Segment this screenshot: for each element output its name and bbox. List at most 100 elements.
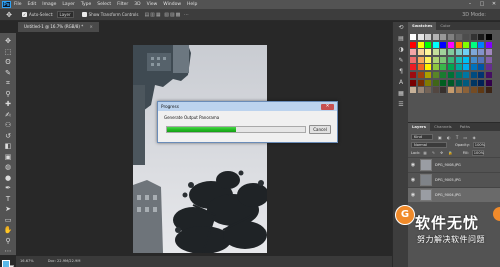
healing-brush-icon[interactable]: ✚ xyxy=(2,99,14,109)
more-tools-icon[interactable]: ⋯ xyxy=(2,246,14,256)
color-swatch[interactable] xyxy=(470,56,477,63)
color-swatch[interactable] xyxy=(478,87,485,94)
color-swatch[interactable] xyxy=(463,87,470,94)
color-swatch[interactable] xyxy=(440,71,447,78)
color-swatch[interactable] xyxy=(417,34,424,40)
auto-select-checkbox[interactable]: ✓ xyxy=(22,12,27,17)
color-swatch[interactable] xyxy=(432,34,439,40)
color-swatch[interactable] xyxy=(447,41,454,48)
color-swatch[interactable] xyxy=(447,71,454,78)
color-swatch[interactable] xyxy=(485,56,492,63)
visibility-eye-icon[interactable]: ◉ xyxy=(408,192,418,198)
eraser-icon[interactable]: ◧ xyxy=(2,141,14,151)
opacity-input[interactable]: 100% xyxy=(472,142,485,148)
layer-row[interactable]: ◉ DPG_9008.JPG xyxy=(408,157,500,172)
color-swatch[interactable] xyxy=(478,34,485,40)
color-swatch[interactable] xyxy=(478,41,485,48)
color-swatch[interactable] xyxy=(463,49,470,56)
color-swatch[interactable] xyxy=(447,56,454,63)
color-swatch[interactable] xyxy=(432,87,439,94)
color-swatch[interactable] xyxy=(470,71,477,78)
close-tab-icon[interactable]: × xyxy=(90,24,93,29)
color-swatch[interactable] xyxy=(432,64,439,71)
color-swatch[interactable] xyxy=(432,71,439,78)
color-swatch[interactable] xyxy=(478,71,485,78)
libraries-icon[interactable]: ☰ xyxy=(393,99,409,110)
type-icon[interactable]: T xyxy=(2,194,14,204)
color-swatch[interactable] xyxy=(463,34,470,40)
layer-row[interactable]: ◉ DPG_9004.JPG xyxy=(408,187,500,202)
color-swatch[interactable] xyxy=(410,41,416,48)
auto-select-dropdown[interactable]: Layer xyxy=(56,11,74,18)
foreground-color-swatch[interactable] xyxy=(2,259,10,267)
color-swatch[interactable] xyxy=(425,64,432,71)
color-swatch[interactable] xyxy=(455,34,462,40)
align-icons[interactable]: ▤▥▦ ▧▨▩ ⋯ xyxy=(144,12,190,18)
color-swatch[interactable] xyxy=(455,56,462,63)
color-swatch[interactable] xyxy=(478,79,485,86)
eyedropper-icon[interactable]: ⚲ xyxy=(2,89,14,99)
pen-icon[interactable]: ✒ xyxy=(2,183,14,193)
color-swatch[interactable] xyxy=(485,34,492,40)
color-swatch[interactable] xyxy=(455,41,462,48)
side-tab-handle[interactable] xyxy=(493,207,500,221)
color-swatch[interactable] xyxy=(410,56,416,63)
color-swatch[interactable] xyxy=(440,56,447,63)
color-swatch[interactable] xyxy=(485,64,492,71)
color-swatch[interactable] xyxy=(417,71,424,78)
maximize-icon[interactable]: □ xyxy=(476,0,488,9)
history-icon[interactable]: ⟲ xyxy=(393,22,409,33)
color-swatch[interactable] xyxy=(440,64,447,71)
color-swatch[interactable] xyxy=(447,79,454,86)
adjustments-icon[interactable]: ◑ xyxy=(393,44,409,55)
color-swatch[interactable] xyxy=(463,79,470,86)
color-swatch[interactable] xyxy=(425,71,432,78)
color-swatch[interactable] xyxy=(417,79,424,86)
filter-icons[interactable]: ▣ ◐ T ▭ ◈ xyxy=(438,135,478,140)
brush-panel-icon[interactable]: ✎ xyxy=(393,55,409,66)
tab-layers[interactable]: Layers xyxy=(408,123,431,131)
blur-icon[interactable]: ◍ xyxy=(2,162,14,172)
close-window-icon[interactable]: ✕ xyxy=(488,0,500,9)
character-icon[interactable]: A xyxy=(393,77,409,88)
color-swatch[interactable] xyxy=(455,64,462,71)
menu-layer[interactable]: Layer xyxy=(62,2,75,7)
menu-filter[interactable]: Filter xyxy=(117,2,128,7)
color-swatch[interactable] xyxy=(470,87,477,94)
tab-paths[interactable]: Paths xyxy=(456,123,474,131)
tab-color[interactable]: Color xyxy=(436,22,454,30)
color-swatch[interactable] xyxy=(463,56,470,63)
fill-input[interactable]: 100% xyxy=(471,150,484,156)
canvas-area[interactable] xyxy=(16,33,392,255)
color-swatch[interactable] xyxy=(425,79,432,86)
color-swatch[interactable] xyxy=(440,34,447,40)
styles-icon[interactable]: ▦ xyxy=(393,88,409,99)
color-swatch[interactable] xyxy=(485,41,492,48)
menu-edit[interactable]: Edit xyxy=(28,2,37,7)
blend-mode-dropdown[interactable]: Normal xyxy=(411,142,447,148)
color-swatch[interactable] xyxy=(485,49,492,56)
properties-icon[interactable]: ▤ xyxy=(393,33,409,44)
move-tool-icon[interactable]: ✥ xyxy=(4,11,14,19)
color-swatch[interactable] xyxy=(463,64,470,71)
color-swatch[interactable] xyxy=(440,49,447,56)
color-swatch[interactable] xyxy=(410,49,416,56)
color-swatch[interactable] xyxy=(425,56,432,63)
tab-channels[interactable]: Channels xyxy=(430,123,456,131)
menu-3d[interactable]: 3D xyxy=(134,2,140,7)
color-swatch[interactable] xyxy=(432,49,439,56)
color-swatch[interactable] xyxy=(447,34,454,40)
color-swatch[interactable] xyxy=(470,49,477,56)
color-swatch[interactable] xyxy=(470,64,477,71)
color-swatch[interactable] xyxy=(447,64,454,71)
history-brush-icon[interactable]: ↺ xyxy=(2,131,14,141)
hand-icon[interactable]: ✋ xyxy=(2,225,14,235)
color-swatch[interactable] xyxy=(440,79,447,86)
minimize-icon[interactable]: – xyxy=(464,0,476,9)
menu-image[interactable]: Image xyxy=(42,2,56,7)
brush-icon[interactable]: ✍ xyxy=(2,110,14,120)
color-swatch[interactable] xyxy=(455,49,462,56)
color-swatch[interactable] xyxy=(417,87,424,94)
color-swatch[interactable] xyxy=(410,71,416,78)
dialog-titlebar[interactable]: Progress ✕ xyxy=(158,102,337,111)
